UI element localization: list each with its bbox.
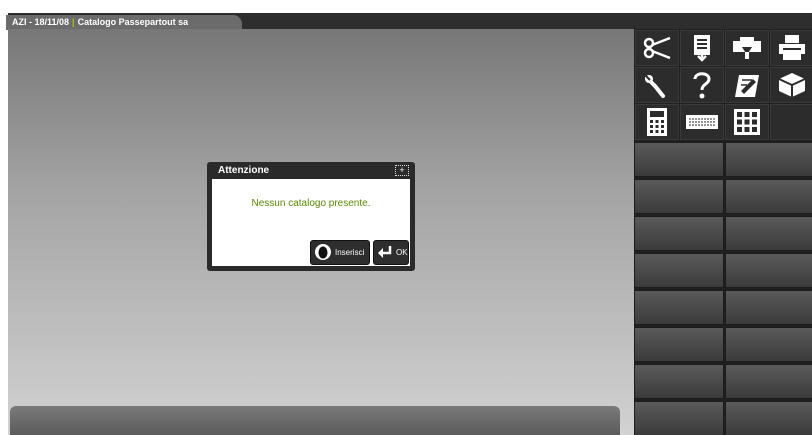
grid-icon (733, 108, 761, 136)
tab-company-date: AZI - 18/11/08 (12, 17, 70, 27)
expand-icon[interactable]: + (395, 165, 409, 176)
print-preview-button[interactable] (725, 30, 769, 66)
ok-button-label: OK (396, 248, 408, 257)
function-key-14[interactable] (725, 364, 812, 399)
paste-button[interactable] (680, 30, 724, 66)
function-key-12[interactable] (725, 327, 812, 362)
function-key-6[interactable] (725, 216, 812, 251)
print-button[interactable] (770, 30, 812, 66)
dialog-message: Nessun catalogo presente. (251, 198, 371, 209)
function-key-5[interactable] (634, 216, 724, 251)
dialog-body: Nessun catalogo presente. Inserisci OK (212, 179, 410, 266)
ok-button[interactable]: OK (373, 240, 409, 265)
wrench-icon (643, 72, 671, 98)
insert-button[interactable]: Inserisci (310, 240, 370, 265)
function-key-2[interactable] (725, 142, 812, 177)
function-key-15[interactable] (634, 401, 724, 435)
calculator-button[interactable] (635, 104, 679, 140)
function-key-1[interactable] (634, 142, 724, 177)
help-button[interactable] (680, 67, 724, 103)
function-key-10[interactable] (725, 290, 812, 325)
package-icon (777, 71, 807, 99)
grid-button[interactable] (725, 104, 769, 140)
insert-button-label: Inserisci (335, 248, 365, 257)
window-tab[interactable]: AZI - 18/11/08 | Catalogo Passepartout sa (6, 15, 242, 30)
package-button[interactable] (770, 67, 812, 103)
edit-document-button[interactable] (725, 67, 769, 103)
function-key-11[interactable] (634, 327, 724, 362)
function-panel (634, 29, 812, 435)
function-key-16[interactable] (725, 401, 812, 435)
keyboard-icon (685, 114, 719, 130)
function-key-13[interactable] (634, 364, 724, 399)
edit-document-icon (731, 71, 763, 99)
empty-tool-slot (770, 104, 812, 140)
paste-icon (689, 34, 715, 62)
dialog-title: Attenzione (218, 165, 270, 176)
calculator-icon (645, 107, 669, 137)
function-key-8[interactable] (725, 253, 812, 288)
status-bar (10, 406, 620, 435)
print-preview-icon (732, 35, 762, 61)
function-key-3[interactable] (634, 179, 724, 214)
keyboard-button[interactable] (680, 104, 724, 140)
enter-key-icon (377, 245, 393, 261)
tab-window-title: Catalogo Passepartout sa (77, 17, 189, 27)
function-key-4[interactable] (725, 179, 812, 214)
function-key-9[interactable] (634, 290, 724, 325)
tab-separator: | (72, 17, 75, 27)
help-icon (690, 70, 714, 100)
settings-button[interactable] (635, 67, 679, 103)
cut-button[interactable] (635, 30, 679, 66)
scissors-icon (642, 36, 672, 60)
printer-icon (777, 34, 807, 62)
alert-dialog: Attenzione + Nessun catalogo presente. I… (207, 162, 415, 271)
top-strip (0, 0, 812, 13)
function-key-7[interactable] (634, 253, 724, 288)
insert-icon (314, 243, 332, 263)
